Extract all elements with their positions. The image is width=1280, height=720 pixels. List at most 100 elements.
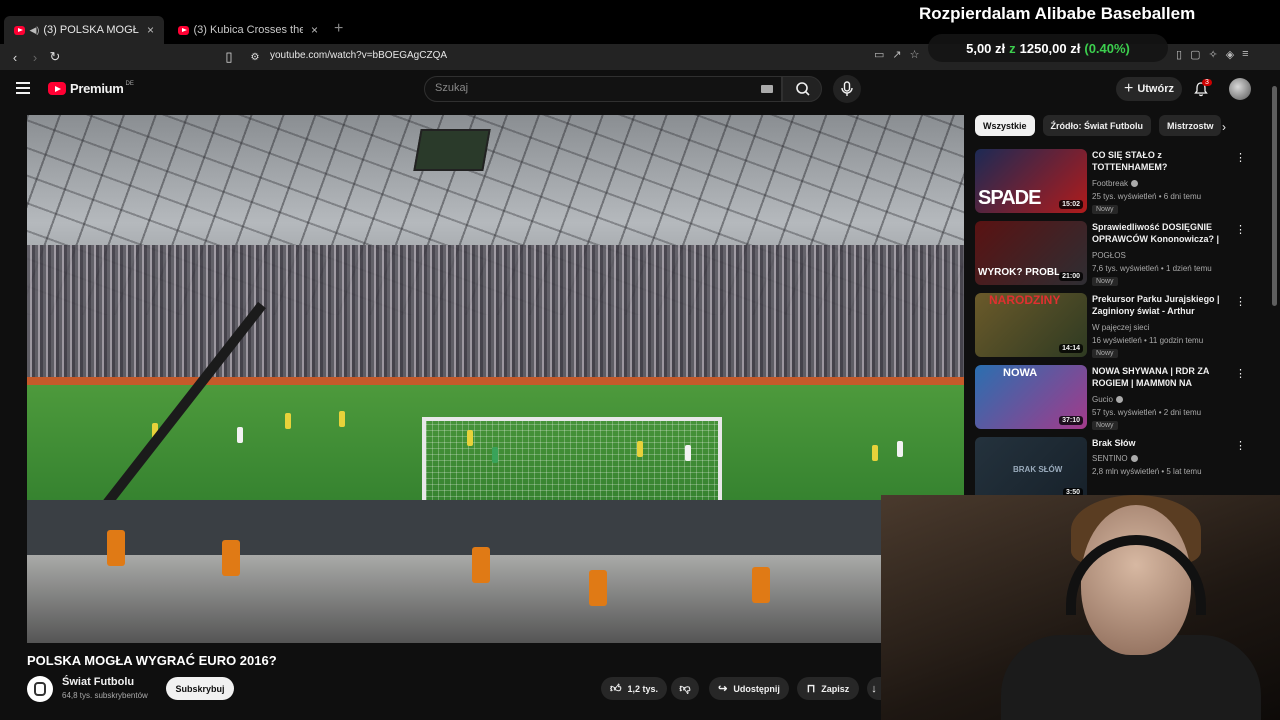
search-input[interactable]: Szukaj	[424, 76, 782, 102]
browser-tab-active[interactable]: ◀) (3) POLSKA MOGŁA WYGRAĆ ×	[4, 16, 164, 44]
menu-icon[interactable]: ≡	[1242, 48, 1248, 61]
recommended-meta: 16 wyświetleń • 11 godzin temu	[1092, 336, 1204, 345]
video-frame-player	[872, 445, 878, 461]
video-frame-screen	[413, 129, 491, 171]
dislike-button[interactable]: 👎︎	[671, 677, 699, 700]
like-button[interactable]: 👍︎ 1,2 tys.	[601, 677, 667, 700]
new-tab-button[interactable]: +	[334, 20, 343, 38]
address-bar-actions: ▭ ↗ ☆	[874, 48, 920, 61]
share-icon[interactable]: ↗	[892, 48, 901, 61]
tab-title: (3) Kubica Crosses the Line and Ferrari	[193, 24, 303, 36]
browser-tab[interactable]: (3) Kubica Crosses the Line and Ferrari …	[168, 16, 328, 44]
share-button[interactable]: ↪ Udostępnij	[709, 677, 789, 700]
star-icon[interactable]: ☆	[910, 48, 920, 61]
more-options-icon[interactable]: ⋮	[1235, 367, 1246, 380]
recommended-channel: SENTINO	[1092, 454, 1138, 463]
download-button[interactable]: ↓	[867, 677, 881, 700]
voice-search-button[interactable]	[833, 75, 861, 103]
logo-country: DE	[125, 80, 134, 87]
recommended-channel: POGŁOS	[1092, 251, 1126, 260]
vpn-icon[interactable]: ◈	[1226, 48, 1234, 61]
ai-icon[interactable]: ✧	[1208, 48, 1217, 61]
recommended-video[interactable]: NARODZINY 14:14 Prekursor Parku Jurajski…	[975, 293, 1255, 359]
chip-championships[interactable]: Mistrzostw	[1159, 115, 1222, 136]
more-options-icon[interactable]: ⋮	[1235, 295, 1246, 308]
create-button[interactable]: + Utwórz	[1116, 77, 1182, 101]
search-button[interactable]	[782, 76, 822, 102]
video-thumbnail[interactable]: BRAK SŁÓW 3:50	[975, 437, 1087, 501]
video-frame-player	[237, 427, 243, 443]
sidebar-icon[interactable]: ▯	[1176, 48, 1182, 61]
chip-source[interactable]: Źródło: Świat Futbolu	[1042, 115, 1152, 136]
thumbnail-text: SPADE	[978, 187, 1041, 209]
more-options-icon[interactable]: ⋮	[1235, 151, 1246, 164]
video-frame-steward	[752, 567, 770, 603]
more-options-icon[interactable]: ⋮	[1235, 223, 1246, 236]
close-tab-icon[interactable]: ×	[147, 23, 154, 37]
chevron-right-icon[interactable]: ›	[1222, 120, 1226, 134]
video-frame-player	[897, 441, 903, 457]
channel-avatar[interactable]	[27, 676, 53, 702]
stream-goal-title: Rozpierdalam Alibabe Baseballem	[919, 4, 1196, 23]
keyboard-icon[interactable]	[761, 85, 773, 93]
video-duration: 15:02	[1059, 200, 1083, 209]
video-thumbnail[interactable]: SPADE 15:02	[975, 149, 1087, 213]
recommended-title: NOWA SHYWANA | RDR ZA ROGIEM | MAMM0N NA…	[1092, 366, 1210, 388]
more-options-icon[interactable]: ⋮	[1235, 439, 1246, 452]
youtube-play-icon	[48, 82, 66, 95]
youtube-icon	[14, 25, 26, 35]
subscriber-count: 64,8 tys. subskrybentów	[62, 691, 148, 700]
recommended-meta: 7,6 tys. wyświetleń • 1 dzień temu	[1092, 264, 1212, 273]
recommended-video[interactable]: NOWA 37:10 NOWA SHYWANA | RDR ZA ROGIEM …	[975, 365, 1255, 431]
recommended-channel: Gucio	[1092, 395, 1123, 404]
site-info-icon[interactable]: ⚙	[246, 48, 264, 66]
subscribe-button[interactable]: Subskrybuj	[166, 677, 234, 700]
back-icon[interactable]: ‹	[6, 48, 24, 66]
reload-icon[interactable]: ↻	[46, 48, 64, 66]
page-scrollbar[interactable]	[1272, 86, 1277, 306]
thumbnail-text: NOWA	[1003, 367, 1038, 379]
video-duration: 21:00	[1059, 272, 1083, 281]
video-player[interactable]	[27, 115, 964, 643]
notification-badge: 3	[1202, 79, 1212, 86]
download-icon: ↓	[871, 682, 877, 695]
hamburger-menu-icon[interactable]	[16, 82, 30, 94]
close-tab-icon[interactable]: ×	[311, 23, 318, 37]
recommended-title: Sprawiedliwość DOSIĘGNIE OPRAWCÓW Konono…	[1092, 222, 1220, 244]
video-frame-player	[492, 447, 498, 463]
forward-icon[interactable]: ›	[26, 48, 44, 66]
video-thumbnail[interactable]: WYROK? PROBL 21:00	[975, 221, 1087, 285]
save-button[interactable]: ⊓ Zapisz	[797, 677, 859, 700]
speaker-icon[interactable]: ◀)	[29, 25, 39, 36]
youtube-premium-logo[interactable]: Premium DE	[48, 81, 134, 96]
video-frame-adboard	[27, 377, 964, 385]
new-badge: Nowy	[1092, 349, 1118, 358]
recommended-title: Prekursor Parku Jurajskiego | Zaginiony …	[1092, 294, 1220, 316]
channel-name[interactable]: Świat Futbolu	[62, 676, 134, 688]
donation-goal-bar: 5,00 zł z 1250,00 zł (0.40%)	[928, 34, 1168, 62]
recommended-video[interactable]: BRAK SŁÓW 3:50 Brak Słów SENTINO 2,8 mln…	[975, 437, 1255, 503]
bookmark-icon[interactable]: ▯	[220, 48, 238, 66]
donation-percent: (0.40%)	[1084, 40, 1130, 56]
tab-title: (3) POLSKA MOGŁA WYGRAĆ	[43, 24, 139, 36]
video-frame-player	[285, 413, 291, 429]
filter-chips: Wszystkie Źródło: Świat Futbolu Mistrzos…	[975, 115, 1222, 137]
save-label: Zapisz	[821, 683, 850, 694]
recommended-video[interactable]: WYROK? PROBL 21:00 Sprawiedliwość DOSIĘG…	[975, 221, 1255, 287]
share-arrow-icon: ↪	[718, 683, 728, 695]
address-bar[interactable]: youtube.com/watch?v=bBOEGAgCZQA	[270, 50, 447, 61]
extension-icons: ▯ ▢ ✧ ◈ ≡	[1176, 48, 1249, 61]
thumbnail-text: NARODZINY	[989, 293, 1061, 307]
cast-icon[interactable]: ▭	[874, 48, 884, 61]
video-thumbnail[interactable]: NARODZINY 14:14	[975, 293, 1087, 357]
wallet-icon[interactable]: ▢	[1190, 48, 1200, 61]
chip-all[interactable]: Wszystkie	[975, 115, 1035, 136]
video-duration: 14:14	[1059, 344, 1083, 353]
video-frame-player	[685, 445, 691, 461]
recommended-title: CO SIĘ STAŁO z TOTTENHAMEM?	[1092, 150, 1168, 172]
account-avatar[interactable]	[1229, 78, 1251, 100]
video-frame-player	[339, 411, 345, 427]
recommended-video[interactable]: SPADE 15:02 CO SIĘ STAŁO z TOTTENHAMEM? …	[975, 149, 1255, 215]
video-thumbnail[interactable]: NOWA 37:10	[975, 365, 1087, 429]
donation-amount: 5,00 zł	[966, 40, 1006, 56]
